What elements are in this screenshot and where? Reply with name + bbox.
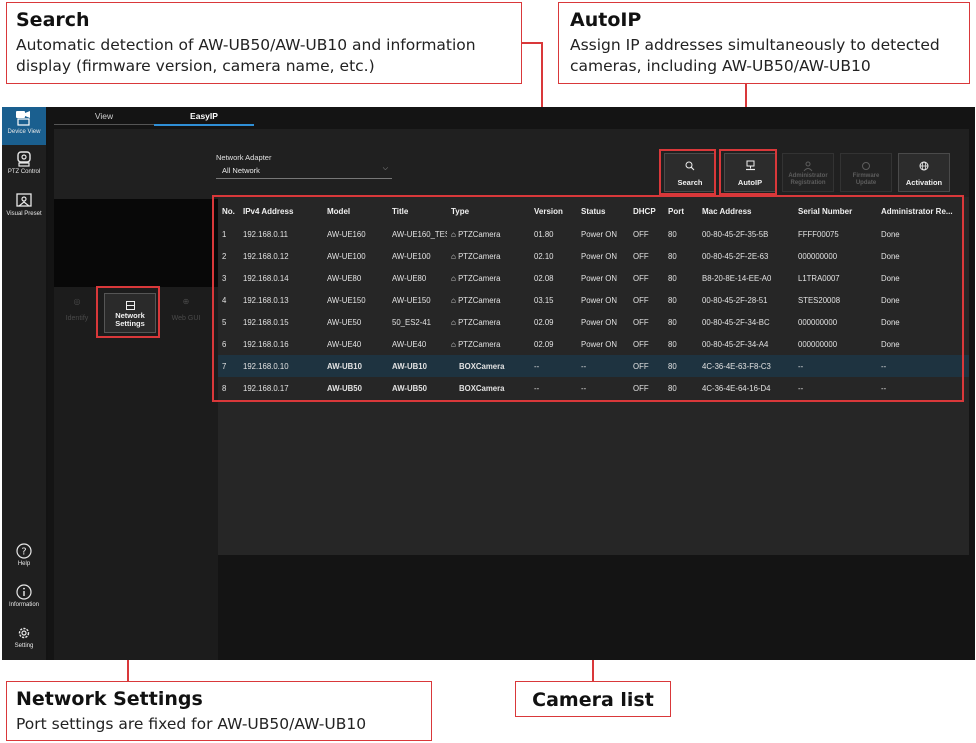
tab-view[interactable]: View [54, 111, 154, 121]
network-settings-highlight-frame [96, 286, 160, 338]
ptz-camera-icon [17, 151, 31, 167]
sidebar-item-label: PTZ Control [7, 169, 41, 175]
sidebar-item-label: Information [8, 602, 39, 608]
network-adapter-label: Network Adapter [216, 153, 272, 162]
sidebar-item-ptz-control[interactable]: PTZ Control [2, 151, 46, 185]
autoip-callout-title: AutoIP [570, 9, 642, 31]
sidebar-item-label: Device View [7, 129, 41, 135]
web-gui-button[interactable]: ⊕ Web GUI [162, 297, 210, 322]
sidebar-item-information[interactable]: Information [2, 584, 46, 616]
sidebar-item-help[interactable]: ? Help [2, 543, 46, 575]
admin-registration-label-2: Registration [790, 180, 826, 186]
sidebar-item-device-view[interactable]: Device View [2, 107, 46, 145]
tab-easyip-underline [154, 124, 254, 126]
visual-preset-icon [16, 193, 32, 207]
web-gui-icon: ⊕ [182, 297, 190, 306]
camera-preview-area [54, 199, 218, 287]
identify-button-label: Identify [65, 315, 89, 322]
autoip-callout-desc-1: Assign IP addresses simultaneously to de… [570, 36, 940, 54]
sidebar: Device View PTZ Control Visual Preset ? [2, 107, 46, 660]
activation-button[interactable]: Activation [898, 153, 950, 192]
refresh-icon [862, 162, 870, 170]
sidebar-item-label: Help [17, 561, 31, 567]
tab-view-underline [54, 124, 154, 125]
user-icon [803, 161, 813, 172]
network-settings-callout-desc: Port settings are fixed for AW-UB50/AW-U… [16, 715, 367, 733]
sidebar-item-label: Setting [14, 643, 34, 649]
device-view-icon [16, 111, 30, 126]
chevron-down-icon: ⌵ [382, 165, 388, 172]
information-icon [16, 584, 32, 600]
camera-list-callout: Camera list [515, 681, 671, 717]
web-gui-button-label: Web GUI [171, 315, 201, 322]
network-adapter-value: All Network [222, 166, 260, 175]
camera-list-highlight-frame [212, 195, 964, 402]
svg-text:?: ? [21, 547, 26, 558]
search-callout-desc-1: Automatic detection of AW-UB50/AW-UB10 a… [16, 36, 476, 54]
admin-registration-label-1: Administrator [788, 173, 828, 179]
network-settings-callout-title: Network Settings [16, 688, 203, 710]
network-adapter-select[interactable]: All Network ⌵ [216, 164, 392, 179]
network-settings-callout: Network Settings Port settings are fixed… [6, 681, 432, 741]
autoip-callout-desc-2: cameras, including AW-UB50/AW-UB10 [570, 57, 871, 75]
search-callout: Search Automatic detection of AW-UB50/AW… [6, 2, 522, 84]
firmware-update-label-1: Firmware [852, 173, 880, 179]
sidebar-item-label: Visual Preset [6, 211, 42, 217]
tab-easyip[interactable]: EasyIP [154, 111, 254, 121]
gear-icon [18, 627, 30, 639]
autoip-callout: AutoIP Assign IP addresses simultaneousl… [558, 2, 970, 84]
search-callout-desc-2: display (firmware version, camera name, … [16, 57, 375, 75]
camera-list-callout-title: Camera list [532, 689, 654, 711]
firmware-update-label-2: Update [855, 180, 877, 186]
sidebar-item-visual-preset[interactable]: Visual Preset [2, 193, 46, 227]
firmware-update-button[interactable]: Firmware Update [840, 153, 892, 192]
activation-button-label: Activation [905, 178, 943, 187]
identify-button[interactable]: ◎ Identify [56, 297, 98, 322]
sidebar-item-setting[interactable]: Setting [2, 625, 46, 657]
identify-icon: ◎ [73, 297, 81, 306]
search-highlight-frame [659, 149, 716, 195]
help-icon: ? [16, 543, 32, 559]
search-connector [522, 42, 542, 44]
globe-icon [919, 161, 929, 171]
search-callout-title: Search [16, 9, 90, 31]
administrator-registration-button[interactable]: Administrator Registration [782, 153, 834, 192]
autoip-highlight-frame [719, 149, 777, 195]
